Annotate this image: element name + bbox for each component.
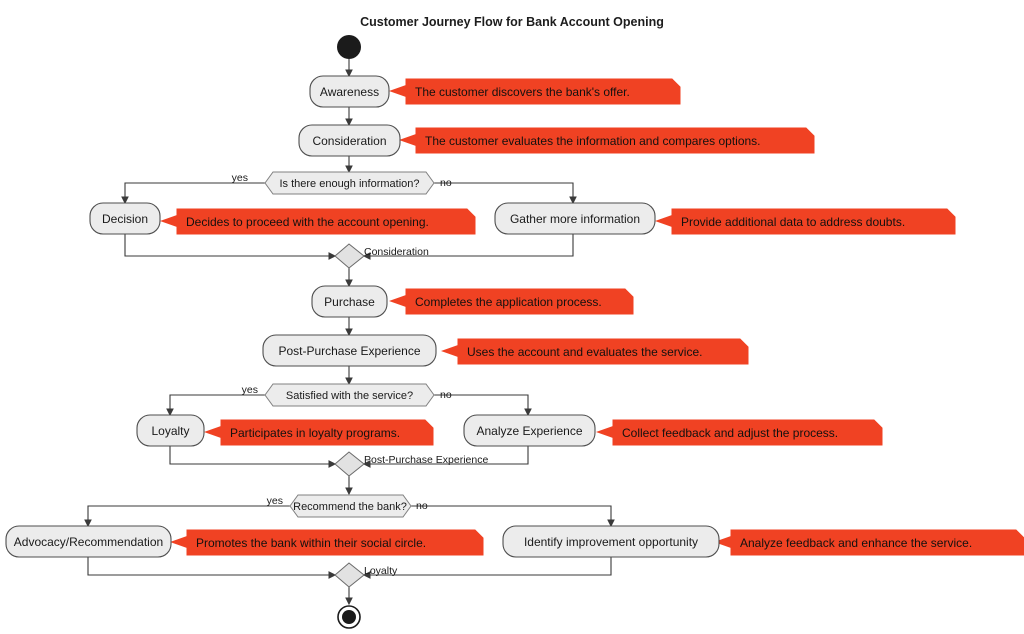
note-layer: The customer discovers the bank's offer.…: [160, 78, 1024, 556]
merge-consideration: Consideration: [334, 243, 429, 269]
note-pointer-analyze: [596, 426, 613, 438]
edge-decision3-no: [411, 505, 615, 528]
decision-satisfied-service-label: Satisfied with the service?: [286, 390, 413, 402]
page-title: Customer Journey Flow for Bank Account O…: [360, 15, 664, 29]
node-awareness-label: Awareness: [320, 85, 379, 99]
node-consideration[interactable]: Consideration: [298, 124, 401, 157]
node-purchase-label: Purchase: [324, 295, 375, 309]
branch-label-no-2: no: [440, 389, 452, 401]
note-pointer-gather: [655, 215, 672, 227]
note-pointer-consideration: [399, 134, 416, 146]
note-awareness: The customer discovers the bank's offer.: [389, 78, 681, 105]
node-analyze-label: Analyze Experience: [476, 424, 582, 438]
note-pointer-purchase: [389, 295, 406, 307]
edge-loyalty-merge2: [169, 446, 337, 468]
node-identify-improvement-opportunity[interactable]: Identify improvement opportunity: [502, 525, 720, 558]
node-advocacy-recommendation[interactable]: Advocacy/Recommendation: [5, 525, 172, 558]
node-decision[interactable]: Decision: [89, 202, 161, 235]
decision-recommend-bank-label: Recommend the bank?: [293, 501, 407, 513]
branch-label-yes-3: yes: [267, 495, 283, 507]
note-text-advocacy: Promotes the bank within their social ci…: [196, 536, 426, 550]
node-decision-label: Decision: [102, 212, 148, 226]
branch-label-no-3: no: [416, 500, 428, 512]
note-consideration: The customer evaluates the information a…: [399, 127, 815, 154]
merge-loyalty-shape: [334, 562, 365, 588]
note-pointer-decision: [160, 215, 177, 227]
node-loyalty-label: Loyalty: [151, 424, 189, 438]
node-analyze-experience[interactable]: Analyze Experience: [463, 414, 596, 447]
merge-consideration-label: Consideration: [364, 246, 429, 258]
start-node: [337, 35, 361, 59]
branch-label-no-1: no: [440, 177, 452, 189]
merge-post-purchase-shape: [334, 451, 365, 477]
note-decision: Decides to proceed with the account open…: [160, 208, 476, 235]
flowchart-svg: Customer Journey Flow for Bank Account O…: [5, 15, 1024, 629]
edge-decision1-no: [434, 182, 577, 205]
decision-enough-information-label: Is there enough information?: [279, 178, 419, 190]
note-text-decision: Decides to proceed with the account open…: [186, 215, 429, 229]
activity-diagram-canvas: Customer Journey Flow for Bank Account O…: [0, 0, 1024, 634]
node-awareness[interactable]: Awareness: [309, 75, 390, 108]
note-text-loyalty: Participates in loyalty programs.: [230, 426, 400, 440]
merge-post-purchase-label: Post-Purchase Experience: [364, 454, 488, 466]
merge-loyalty-label: Loyalty: [364, 565, 398, 577]
edge-advocacy-merge3: [87, 557, 337, 579]
node-post-purchase-experience[interactable]: Post-Purchase Experience: [262, 334, 437, 367]
merge-loyalty: Loyalty: [334, 562, 398, 588]
edge-decision-merge1: [124, 234, 337, 260]
end-node-core: [342, 610, 356, 624]
decision-recommend-bank[interactable]: Recommend the bank? yes no: [267, 494, 428, 518]
note-text-analyze: Collect feedback and adjust the process.: [622, 426, 838, 440]
merge-post-purchase: Post-Purchase Experience: [334, 451, 488, 477]
merge-consideration-shape: [334, 243, 365, 269]
note-text-purchase: Completes the application process.: [415, 295, 602, 309]
node-gather-label: Gather more information: [510, 212, 640, 226]
decision-satisfied-service[interactable]: Satisfied with the service? yes no: [242, 383, 452, 407]
note-text-awareness: The customer discovers the bank's offer.: [415, 85, 630, 99]
note-purchase: Completes the application process.: [389, 288, 634, 315]
note-pointer-advocacy: [170, 536, 187, 548]
note-analyze: Collect feedback and adjust the process.: [596, 419, 883, 446]
note-advocacy: Promotes the bank within their social ci…: [170, 529, 484, 556]
note-pointer-awareness: [389, 85, 406, 97]
edge-decision2-yes: [166, 394, 265, 417]
node-purchase[interactable]: Purchase: [311, 285, 388, 318]
branch-label-yes-1: yes: [232, 172, 248, 184]
node-identify-label: Identify improvement opportunity: [524, 535, 698, 549]
note-text-consideration: The customer evaluates the information a…: [425, 134, 761, 148]
note-loyalty: Participates in loyalty programs.: [204, 419, 434, 446]
node-gather-more-information[interactable]: Gather more information: [494, 202, 656, 235]
node-post-purchase-label: Post-Purchase Experience: [278, 344, 420, 358]
note-gather: Provide additional data to address doubt…: [655, 208, 956, 235]
note-pointer-post-purchase: [441, 345, 458, 357]
node-advocacy-label: Advocacy/Recommendation: [14, 535, 163, 549]
edge-identify-merge3: [362, 557, 612, 579]
node-loyalty[interactable]: Loyalty: [136, 414, 205, 447]
branch-label-yes-2: yes: [242, 384, 258, 396]
edge-decision1-yes: [121, 182, 265, 205]
note-text-post-purchase: Uses the account and evaluates the servi…: [467, 345, 702, 359]
decision-enough-information[interactable]: Is there enough information? yes no: [232, 171, 452, 195]
note-identify: Analyze feedback and enhance the service…: [714, 529, 1024, 556]
end-node: [337, 605, 361, 629]
note-pointer-loyalty: [204, 426, 221, 438]
edge-decision3-yes: [84, 505, 290, 528]
node-consideration-label: Consideration: [312, 134, 386, 148]
note-post-purchase: Uses the account and evaluates the servi…: [441, 338, 749, 365]
note-text-gather: Provide additional data to address doubt…: [681, 215, 905, 229]
note-text-identify: Analyze feedback and enhance the service…: [740, 536, 972, 550]
